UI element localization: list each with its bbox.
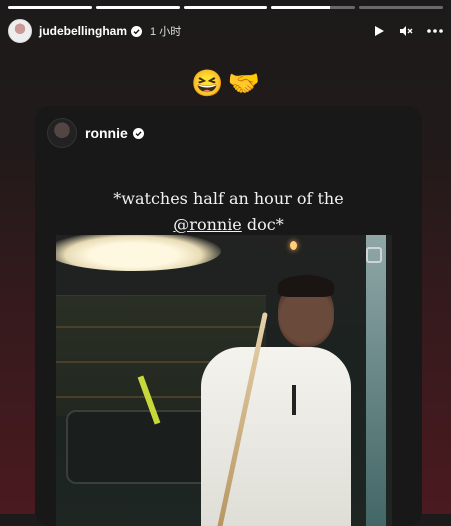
- play-icon[interactable]: [373, 25, 385, 37]
- caption-suffix: doc*: [241, 215, 284, 234]
- avatar[interactable]: [8, 19, 32, 43]
- more-icon[interactable]: [427, 29, 443, 33]
- shared-post-caption: *watches half an hour of the @ronnie doc…: [35, 186, 422, 238]
- progress-segment: [271, 6, 356, 9]
- carousel-icon: [366, 247, 382, 263]
- pool-table-lamp: [56, 235, 221, 271]
- caption-line: *watches half an hour of the: [113, 189, 344, 208]
- mention-link[interactable]: @ronnie: [173, 215, 241, 234]
- shared-post-card[interactable]: ronnie *watches half an hour of the @ron…: [35, 106, 422, 526]
- progress-segment: [8, 6, 92, 9]
- story-header: judebellingham 1 小时: [8, 18, 443, 44]
- person-hair: [278, 275, 334, 297]
- verified-badge-icon: [132, 127, 144, 139]
- post-time: 1 小时: [150, 26, 182, 38]
- progress-segment: [183, 6, 268, 9]
- shared-post-photo[interactable]: [56, 235, 392, 526]
- exercise-bike: [66, 410, 210, 484]
- story-progress-bar: [8, 6, 443, 9]
- handshake-emoji: 🤝: [227, 68, 260, 98]
- story-username[interactable]: judebellingham: [39, 24, 127, 38]
- shared-post-header: ronnie: [47, 118, 144, 148]
- ceiling-light: [290, 241, 297, 250]
- mute-icon[interactable]: [399, 25, 413, 37]
- shared-post-username[interactable]: ronnie: [85, 125, 128, 141]
- window-frame: [366, 235, 386, 526]
- avatar[interactable]: [47, 118, 77, 148]
- hoodie-zip: [292, 385, 296, 415]
- laughing-emoji: 😆: [191, 68, 224, 98]
- progress-segment: [359, 6, 443, 9]
- progress-segment: [95, 6, 180, 9]
- verified-badge-icon: [131, 25, 143, 37]
- emoji-sticker: 😆 🤝: [191, 68, 260, 98]
